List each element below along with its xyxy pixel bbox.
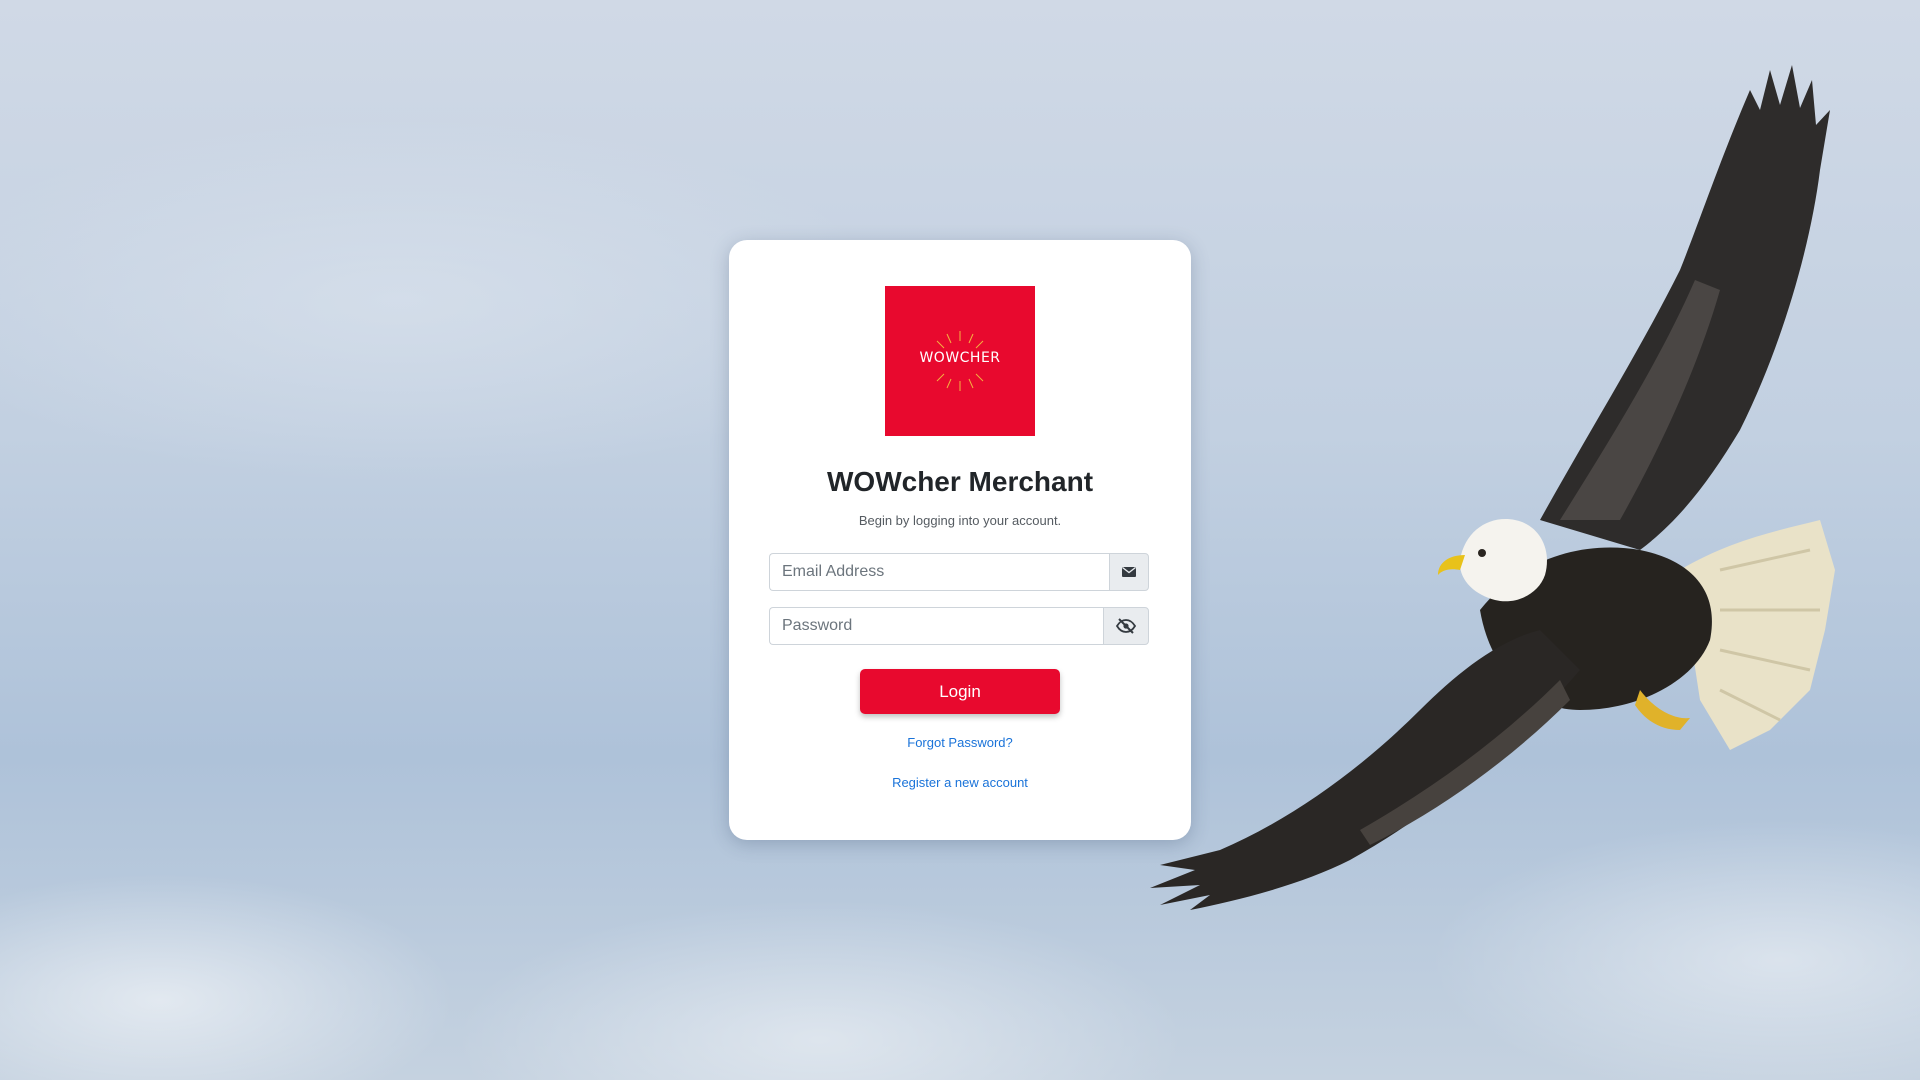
page-title: WOWcher Merchant (826, 466, 1094, 497)
email-addon (1109, 553, 1149, 591)
page-subtitle: Begin by logging into your account. (858, 513, 1062, 528)
eagle-image (1150, 65, 1835, 910)
envelope-icon (1122, 566, 1136, 577)
login-card: WOWCHER WOWcher Merchant Begin by loggin… (729, 240, 1191, 840)
logo-text: WOWCHER (919, 350, 1001, 366)
email-field[interactable] (769, 553, 1109, 591)
forgot-password-link[interactable]: Forgot Password? (729, 735, 1191, 750)
email-input-group (769, 553, 1149, 591)
wowcher-logo: WOWCHER (885, 286, 1035, 436)
register-link[interactable]: Register a new account (729, 775, 1191, 790)
login-button[interactable]: Login (860, 669, 1060, 714)
eye-slash-icon (1116, 618, 1136, 634)
password-input-group (769, 607, 1149, 645)
toggle-password-button[interactable] (1103, 607, 1149, 645)
password-field[interactable] (769, 607, 1103, 645)
